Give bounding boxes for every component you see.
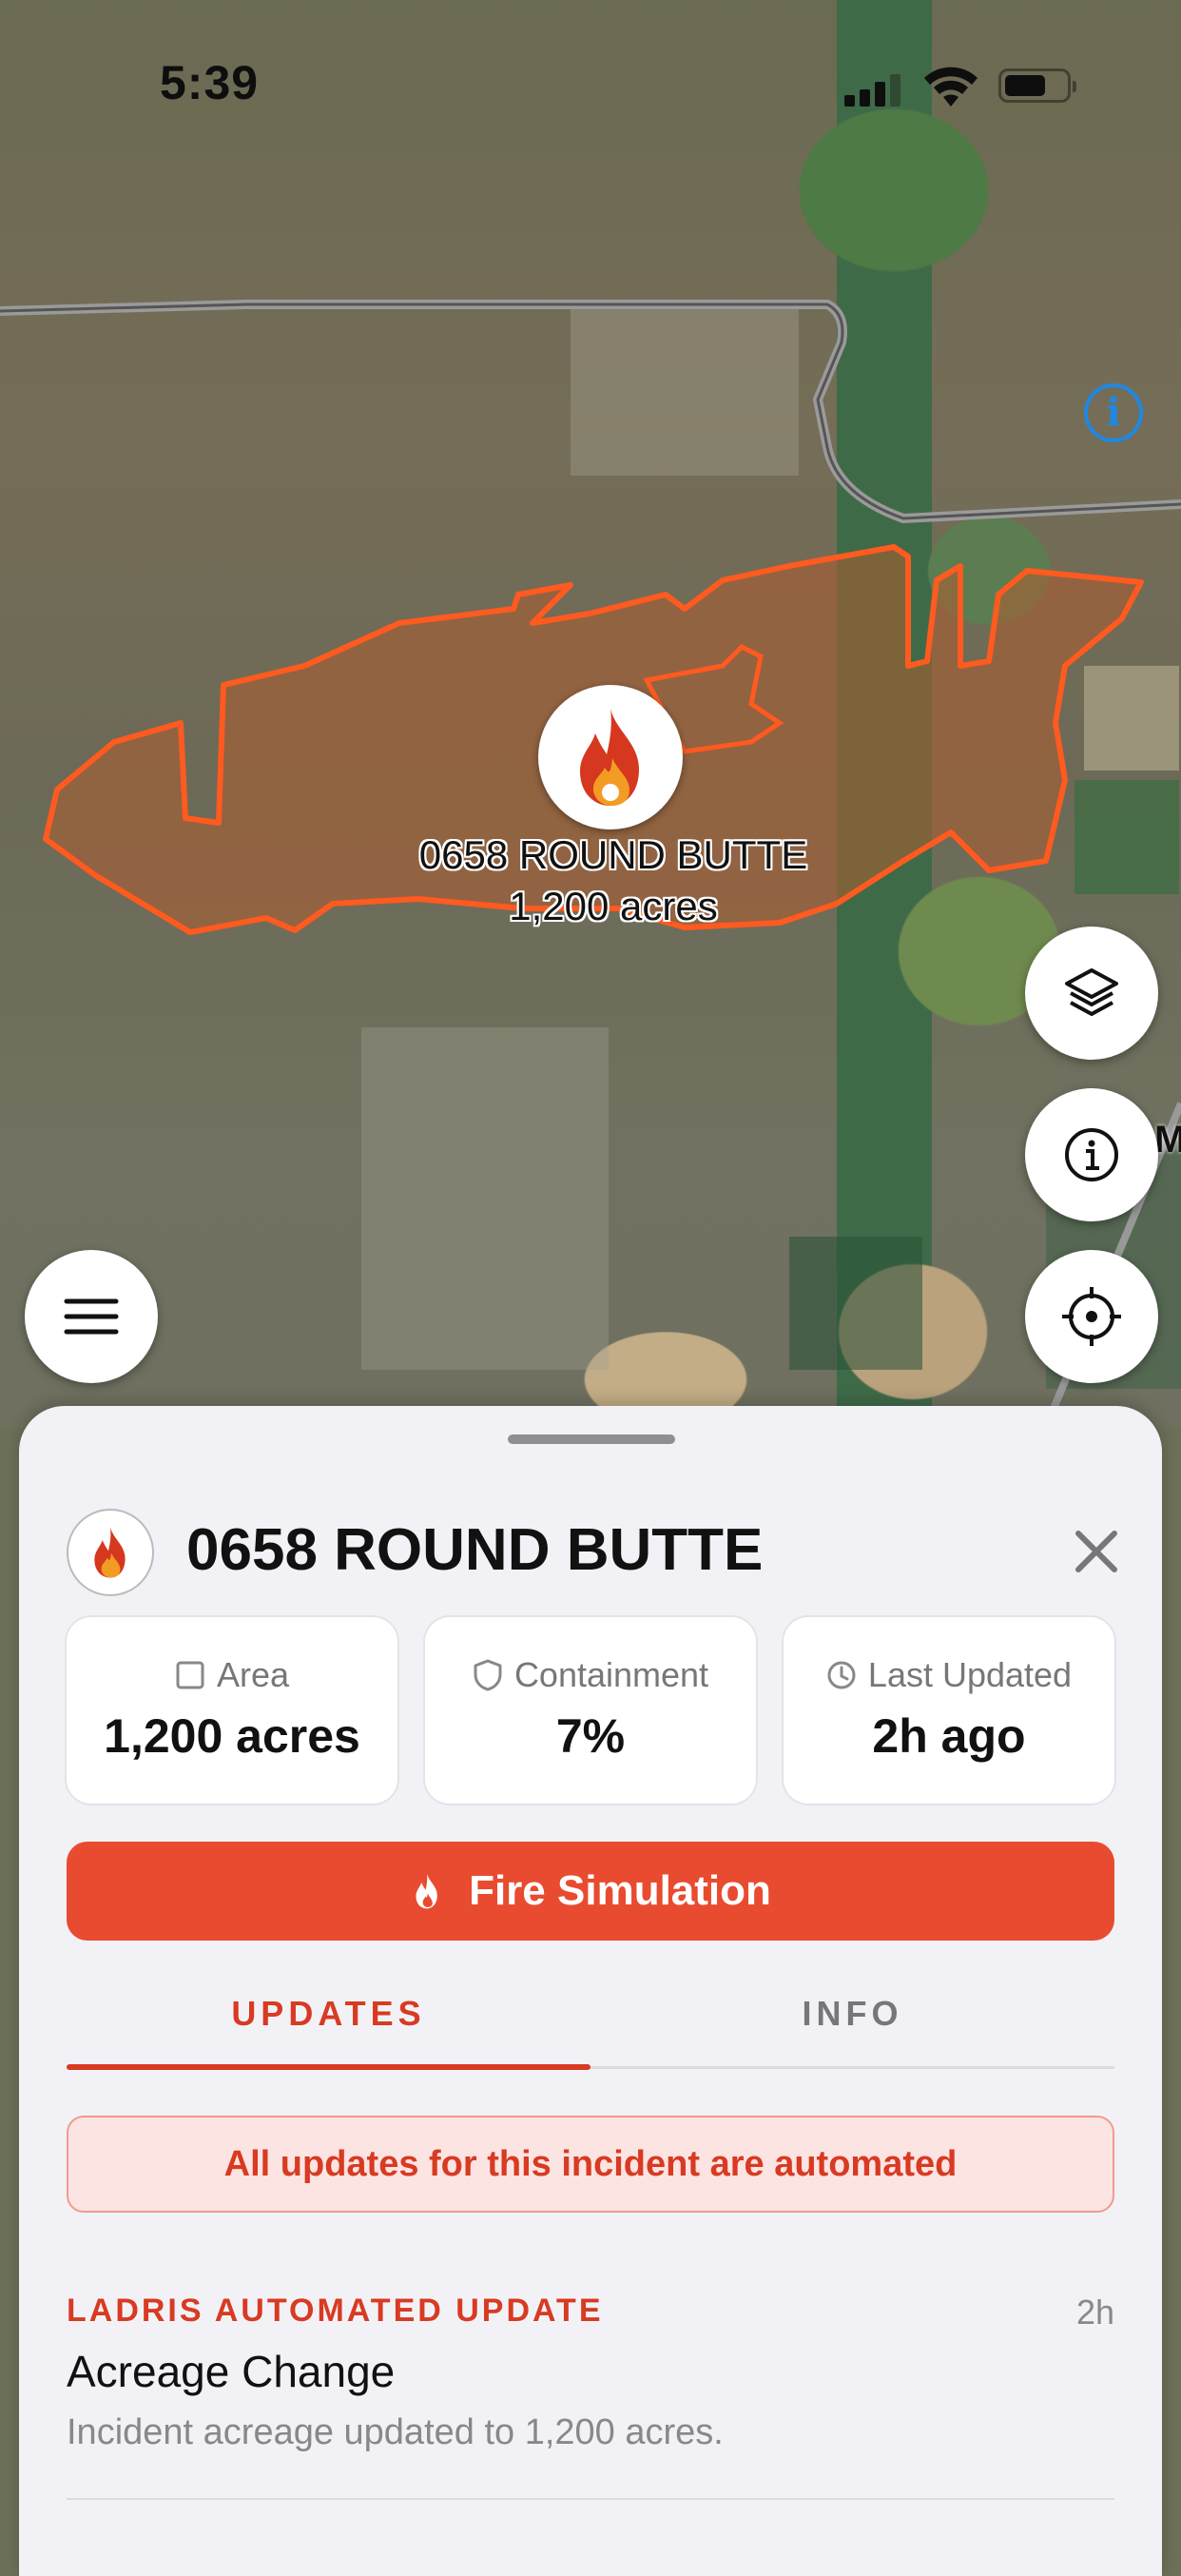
battery-icon [998,68,1076,103]
stat-containment-label-row: Containment [425,1655,756,1695]
stat-last-updated: Last Updated 2h ago [784,1617,1114,1804]
sheet-drag-handle[interactable] [508,1434,675,1444]
status-bar: 5:39 [0,0,1181,171]
clock-icon [827,1661,856,1689]
flame-icon [416,1873,437,1909]
menu-icon [64,1298,119,1335]
stat-containment-label: Containment [513,1655,709,1694]
locate-button[interactable] [1025,1250,1158,1383]
incident-title: 0658 ROUND BUTTE [186,1517,764,1583]
fire-marker[interactable] [538,685,683,829]
fire-map-name: 0658 ROUND BUTTE [418,832,808,877]
update-divider [67,2498,1114,2500]
layers-icon [1065,968,1118,1016]
status-time: 5:39 [160,56,260,109]
cellular-signal-icon [844,74,901,107]
update-time: 2h [1075,2293,1114,2332]
info-button[interactable] [1025,1088,1158,1221]
stat-containment-value: 7% [555,1709,626,1763]
stat-last-updated-label-row: Last Updated [784,1655,1114,1695]
update-body: Incident acreage updated to 1,200 acres. [67,2412,724,2452]
wifi-icon [924,67,978,107]
map-info-icon[interactable]: i [1084,383,1143,442]
close-icon[interactable] [1063,1518,1130,1585]
square-icon [176,1661,204,1689]
locate-icon [1062,1287,1121,1346]
tab-active-indicator [67,2064,590,2070]
info-icon [1065,1128,1118,1181]
road-edge [0,302,1181,520]
fire-icon [580,709,639,806]
tab-updates[interactable]: UPDATES [67,1994,590,2062]
incident-sheet: 0658 ROUND BUTTE Area 1,200 acres Contai… [19,1406,1162,2576]
layers-button[interactable] [1025,927,1158,1060]
fire-simulation-button[interactable]: Fire Simulation [67,1842,1114,1941]
stat-area: Area 1,200 acres [67,1617,397,1804]
tab-info[interactable]: INFO [590,1994,1114,2062]
map-view[interactable]: 0658 ROUND BUTTE 1,200 acres i M [0,0,1181,1427]
map-place-label: M [1154,1119,1181,1161]
incident-avatar [67,1509,154,1596]
update-title: Acreage Change [67,2347,396,2396]
fire-simulation-label: Fire Simulation [469,1867,771,1914]
stat-area-value: 1,200 acres [104,1709,360,1763]
automated-notice: All updates for this incident are automa… [67,2116,1114,2213]
stat-containment: Containment 7% [425,1617,756,1804]
fire-icon [94,1527,126,1578]
fire-map-label[interactable]: 0658 ROUND BUTTE 1,200 acres [361,829,865,932]
stat-last-updated-value: 2h ago [872,1709,1026,1763]
menu-button[interactable] [25,1250,158,1383]
update-source: LADRIS AUTOMATED UPDATE [67,2293,604,2329]
road [0,300,1181,524]
shield-icon [474,1659,502,1691]
fire-map-acres: 1,200 acres [509,884,718,928]
stat-area-label: Area [216,1655,290,1694]
stat-area-label-row: Area [67,1655,397,1695]
stat-last-updated-label: Last Updated [867,1655,1073,1694]
